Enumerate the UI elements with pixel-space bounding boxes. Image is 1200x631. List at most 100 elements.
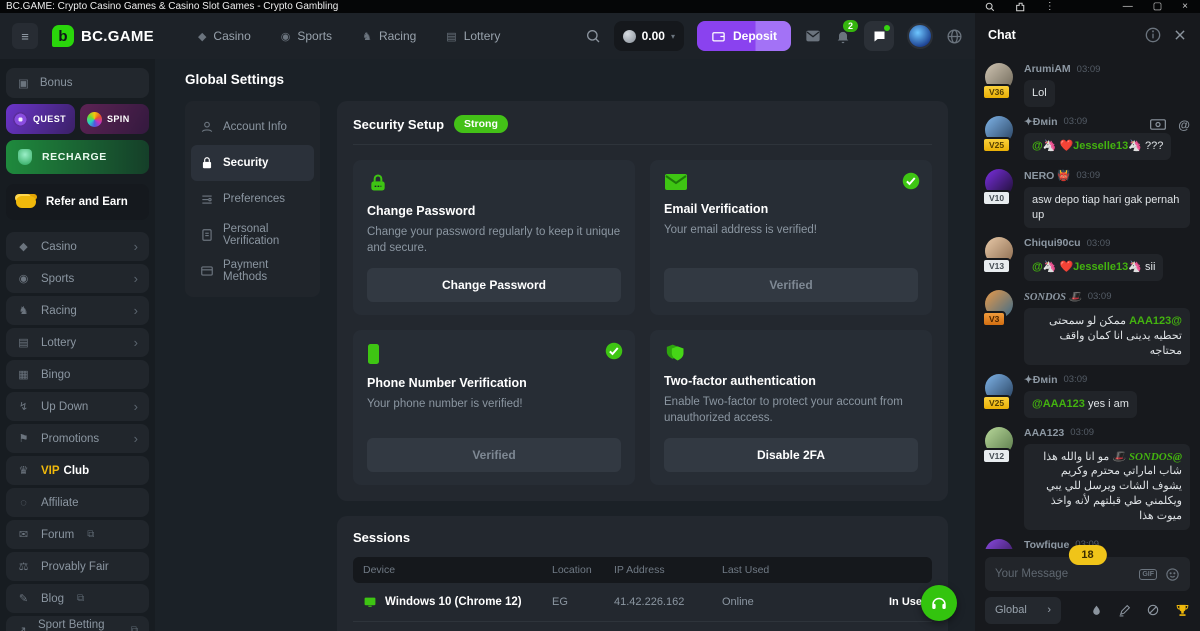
email-verified-button[interactable]: Verified: [664, 268, 918, 302]
nav-racing[interactable]: ♞ Racing: [362, 29, 416, 43]
chat-username[interactable]: ✦Ɖмin: [1024, 116, 1057, 128]
chat-username[interactable]: ✦Ɖмin: [1024, 374, 1057, 386]
racing-icon: ♞: [17, 304, 30, 317]
mention[interactable]: @AAA123: [1129, 315, 1182, 327]
support-headset-button[interactable]: [921, 585, 957, 621]
trophy-icon[interactable]: [1175, 603, 1190, 618]
sidebar-item-lottery[interactable]: ▤ Lottery ›: [6, 328, 149, 357]
emoji-icon[interactable]: [1165, 567, 1180, 582]
chat-username[interactable]: Chiqui90cu: [1024, 237, 1081, 249]
deposit-button[interactable]: Deposit: [697, 21, 791, 51]
sidebar-item-racing[interactable]: ♞ Racing ›: [6, 296, 149, 325]
chat-message: V13 Chiqui90cu 03:09 @🦄 ❤️Jesselle13🦄 si…: [985, 237, 1190, 281]
nav-casino[interactable]: ◆ Casino: [198, 29, 251, 43]
close-button[interactable]: ×: [1176, 2, 1194, 12]
channel-label: Global: [995, 604, 1027, 616]
sidebar-item-label: Promotions: [41, 433, 99, 445]
refer-and-earn[interactable]: Refer and Earn: [6, 184, 149, 220]
chat-bubble: @AAA123 yes i am: [1024, 391, 1137, 418]
sidebar-item-label: Club: [64, 465, 90, 477]
chevron-right-icon: ›: [134, 271, 138, 286]
chat-text: Lol: [1032, 87, 1047, 99]
info-icon[interactable]: [1145, 27, 1161, 43]
vip-level-badge: V12: [982, 448, 1011, 464]
nav-sports[interactable]: ◉ Sports: [281, 29, 332, 43]
rain-drop-icon[interactable]: [1090, 603, 1103, 618]
browser-menu-icon[interactable]: ⋮: [1039, 2, 1061, 12]
settings-menu-personal-verification[interactable]: Personal Verification: [191, 217, 314, 253]
gif-icon[interactable]: GIF: [1139, 569, 1157, 580]
minimize-button[interactable]: —: [1117, 2, 1139, 12]
mention[interactable]: @🦄 ❤️Jesselle13🦄: [1032, 140, 1142, 152]
notification-count-badge: 2: [843, 20, 858, 32]
sidebar-item-sport-betting-insights[interactable]: ↗ Sport Betting Insig... ⧉: [6, 616, 149, 631]
mail-green-icon: [664, 173, 918, 191]
sidebar-item-promotions[interactable]: ⚑ Promotions ›: [6, 424, 149, 453]
change-password-button[interactable]: Change Password: [367, 268, 621, 302]
nav-label: Casino: [213, 29, 250, 43]
browser-titlebar: BC.GAME: Crypto Casino Games & Casino Sl…: [0, 0, 1200, 13]
mail-icon[interactable]: [804, 28, 822, 44]
disable-2fa-button[interactable]: Disable 2FA: [664, 438, 918, 472]
language-globe-icon[interactable]: [946, 28, 963, 45]
chat-username[interactable]: NERO 👹: [1024, 169, 1070, 182]
sidebar-item-casino[interactable]: ◆ Casino ›: [6, 232, 149, 261]
mention-icon[interactable]: @: [1178, 118, 1190, 132]
brand-logo[interactable]: b BC.GAME: [52, 25, 154, 47]
phone-verified-button[interactable]: Verified: [367, 438, 621, 472]
mention[interactable]: @SONDOS 🎩: [1112, 451, 1182, 463]
wallet-balance[interactable]: 0.00 ▾: [614, 21, 684, 51]
sidebar-item-provably-fair[interactable]: ⚖ Provably Fair: [6, 552, 149, 581]
sidebar-item-vip-club[interactable]: ♛ VIP Club: [6, 456, 149, 485]
tip-icon[interactable]: [1150, 119, 1166, 130]
headset-icon: [930, 594, 948, 612]
chat-timestamp: 03:09: [1070, 427, 1094, 438]
chat-message-input[interactable]: [995, 568, 1131, 580]
sidebar-item-bonus[interactable]: ▣ Bonus: [6, 68, 149, 98]
mention[interactable]: @AAA123: [1032, 398, 1085, 410]
hamburger-menu-icon[interactable]: ≡: [12, 23, 38, 49]
main-content: Global Settings Account Info Security Pr…: [155, 59, 975, 631]
settings-menu-payment-methods[interactable]: Payment Methods: [191, 253, 314, 289]
search-icon[interactable]: [585, 28, 601, 44]
chat-username[interactable]: AAA123: [1024, 427, 1064, 439]
chat-username[interactable]: Towfique: [1024, 539, 1069, 549]
spin-tile[interactable]: SPIN: [80, 104, 149, 134]
channel-selector[interactable]: Global ›: [985, 597, 1061, 624]
sidebar-item-bingo[interactable]: ▦ Bingo: [6, 360, 149, 389]
user-avatar[interactable]: [907, 23, 933, 49]
sidebar-item-blog[interactable]: ✎ Blog ⧉: [6, 584, 149, 613]
nav-lottery[interactable]: ▤ Lottery: [446, 29, 500, 43]
sidebar-item-sports[interactable]: ◉ Sports ›: [6, 264, 149, 293]
session-location: EG: [552, 596, 614, 608]
chat-bubble: @🦄 ❤️Jesselle13🦄 ???: [1024, 133, 1171, 160]
pencil-icon[interactable]: [1118, 604, 1131, 617]
chat-title: Chat: [988, 28, 1133, 42]
quest-tile[interactable]: QUEST: [6, 104, 75, 134]
chat-username[interactable]: ArumiAM: [1024, 63, 1071, 75]
sidebar-item-up-down[interactable]: ↯ Up Down ›: [6, 392, 149, 421]
zoom-icon[interactable]: [979, 2, 1001, 12]
notifications-bell-icon[interactable]: 2: [835, 28, 851, 45]
security-setup-panel: Security Setup Strong Change Password Ch…: [337, 101, 948, 501]
settings-menu-preferences[interactable]: Preferences: [191, 181, 314, 217]
chevron-right-icon: ›: [134, 431, 138, 446]
coin-bet-icon[interactable]: [1146, 603, 1160, 617]
settings-menu-account-info[interactable]: Account Info: [191, 109, 314, 145]
recharge-tile[interactable]: RECHARGE: [6, 140, 149, 174]
settings-menu-security[interactable]: Security: [191, 145, 314, 181]
chevron-right-icon: ›: [1047, 604, 1051, 616]
chat-timestamp: 03:09: [1063, 374, 1087, 385]
chat-close-icon[interactable]: [1173, 28, 1187, 42]
mention[interactable]: @🦄 ❤️Jesselle13🦄: [1032, 261, 1142, 273]
maximize-button[interactable]: ▢: [1147, 2, 1168, 12]
chevron-down-icon: ▾: [671, 32, 675, 41]
chat-toggle-button[interactable]: [864, 21, 894, 51]
nav-label: Lottery: [464, 29, 501, 43]
sidebar-item-affiliate[interactable]: ◌ Affiliate: [6, 488, 149, 517]
sidebar-item-forum[interactable]: ✉ Forum ⧉: [6, 520, 149, 549]
extensions-icon[interactable]: [1009, 2, 1031, 12]
avatar[interactable]: [985, 539, 1013, 549]
chat-username[interactable]: SONDOS 🎩: [1024, 290, 1082, 303]
unread-count-badge[interactable]: 18: [1068, 545, 1106, 565]
